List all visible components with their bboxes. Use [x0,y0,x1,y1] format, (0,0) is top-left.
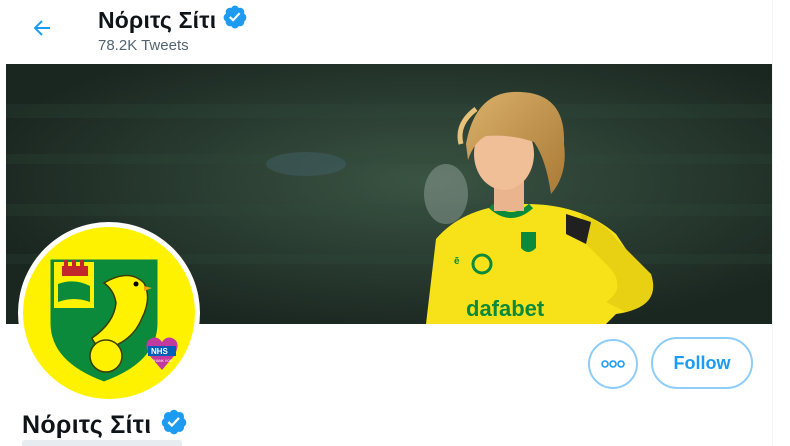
verified-badge-icon [222,4,248,36]
header-account-name: Νόριτς Σίτι [98,4,248,36]
header-name-text: Νόριτς Σίτι [98,6,217,33]
more-options-button[interactable] [588,339,638,389]
nhs-badge-text: NHS [151,347,169,356]
sponsor-logo-text: dafabet [466,296,545,321]
club-crest-logo: NHS THANK YOU [23,227,195,399]
follow-button[interactable]: Follow [651,337,753,389]
column-divider [772,0,773,446]
profile-top-bar: Νόριτς Σίτι 78.2K Tweets [0,0,790,64]
nhs-badge-subtext: THANK YOU [152,359,173,363]
profile-display-name: Νόριτς Σίτι [22,408,188,443]
profile-handle-cropped [22,440,182,446]
verified-badge-icon [160,408,188,443]
back-button[interactable] [22,10,62,50]
profile-avatar[interactable]: NHS THANK YOU [18,222,200,404]
svg-text:ē: ē [454,256,460,267]
more-options-icon [601,355,625,373]
profile-name-text: Νόριτς Σίτι [22,411,152,439]
tweet-count: 78.2K Tweets [98,37,189,54]
arrow-left-icon [30,16,54,45]
